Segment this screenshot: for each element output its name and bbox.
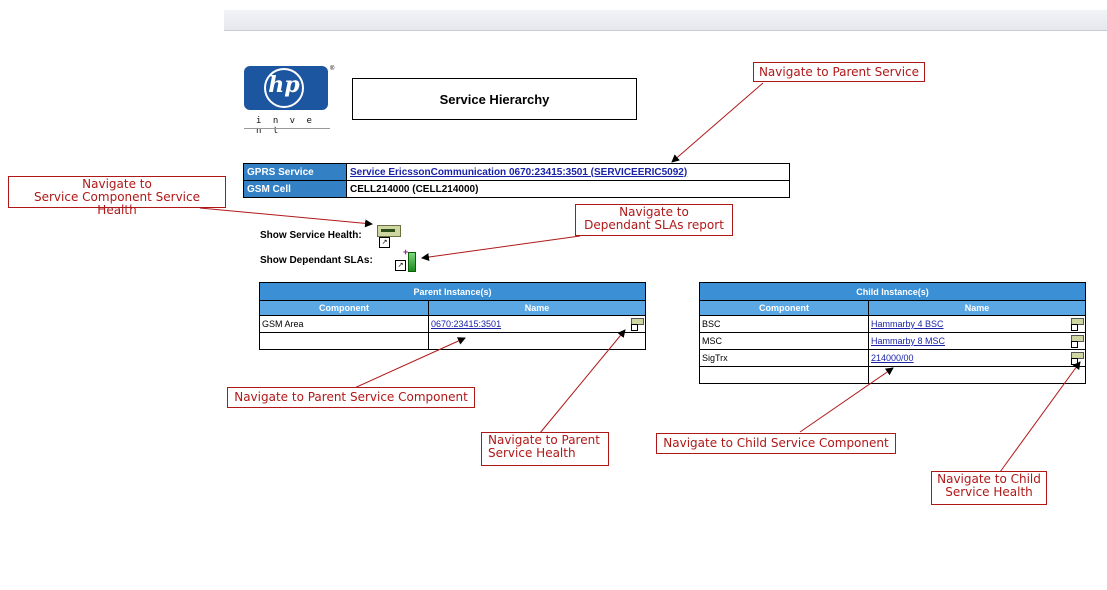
callout-service-component-health: Navigate to Service Component Service He… <box>8 176 226 217</box>
callout-parent-health: Navigate to Parent Service Health <box>481 432 609 466</box>
callout-dependant-slas: Navigate to Dependant SLAs report <box>575 204 733 236</box>
callout-child-component: Navigate to Child Service Component <box>656 433 896 454</box>
arrow-parent-service <box>671 82 764 163</box>
callout-parent-service: Navigate to Parent Service <box>753 62 925 82</box>
arrow-service-health <box>199 207 373 228</box>
arrow-parent-health <box>539 329 626 434</box>
arrow-child-health <box>999 361 1081 473</box>
callout-line-2: Service Component Service Health <box>34 190 200 217</box>
callout-line-2: Dependant SLAs report <box>584 218 724 232</box>
arrow-child-component <box>799 367 894 433</box>
callout-line-2: Service Health <box>945 485 1033 499</box>
callout-line-2: Service Health <box>488 446 576 460</box>
callout-parent-component: Navigate to Parent Service Component <box>227 387 475 408</box>
callout-child-health: Navigate to Child Service Health <box>931 471 1047 505</box>
arrow-dependant-slas <box>421 235 581 261</box>
arrow-parent-component <box>349 337 466 391</box>
